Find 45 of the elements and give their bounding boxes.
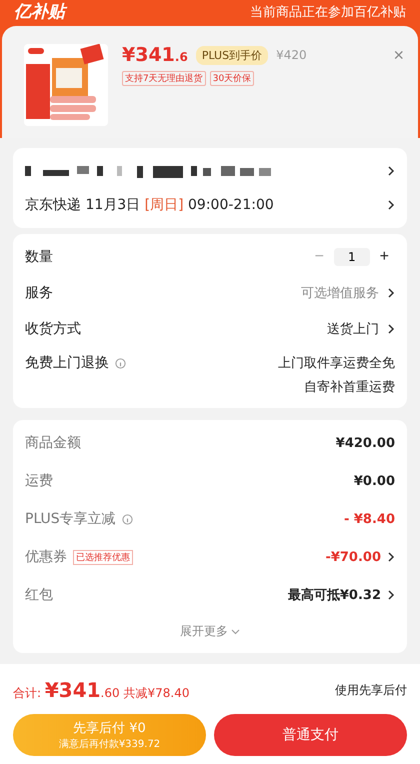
info-icon [122, 514, 133, 524]
chevron-icon [387, 288, 395, 298]
option-label: 收货方式 [25, 320, 81, 338]
pay-later-note: 使用先享后付 [335, 682, 407, 698]
service-tag: 支持7天无理由退货 [122, 71, 206, 86]
option-value[interactable]: 可选增值服务 [301, 284, 379, 302]
cost-label: 红包 [25, 586, 53, 604]
coupon-tag: 已选推荐优惠 [73, 550, 133, 564]
notice-text: 当前商品正在参加百亿补贴 [250, 4, 406, 21]
chevron-icon [387, 324, 395, 334]
plus-badge: PLUS到手价 [196, 46, 268, 64]
chevron-icon [387, 552, 395, 562]
option-label: 服务 [25, 284, 53, 302]
pay-later-button[interactable]: 先享后付 ¥0 满意后再付款¥339.72 [13, 714, 206, 756]
quantity-field[interactable]: 1 [334, 248, 370, 266]
minus-button[interactable]: − [308, 248, 330, 266]
plus-button[interactable]: + [374, 248, 395, 266]
original-price: ¥420 [276, 48, 307, 62]
option-note: 自寄补首重运费 [304, 379, 395, 396]
cost-value: - ¥8.40 [344, 512, 395, 526]
cost-value: 最高可抵¥0.32 [288, 586, 381, 604]
chevron-icon [387, 590, 395, 600]
delivery-time: 京东快递 11月3日 [周日] 09:00-21:00 [25, 196, 274, 214]
cost-label: 优惠券 [25, 548, 67, 566]
option-label: 免费上门退换 [25, 354, 109, 372]
option-value[interactable]: 送货上门 [327, 320, 379, 338]
cost-value: ¥420.00 [336, 436, 395, 450]
cost-label: PLUS专享立减 [25, 510, 116, 528]
expand-more-link[interactable]: 展开更多 [174, 622, 246, 641]
cost-label: 运费 [25, 472, 53, 490]
close-button[interactable]: × [393, 44, 404, 66]
cost-value: -¥70.00 [325, 550, 381, 564]
info-icon [115, 358, 126, 368]
cost-label: 商品金额 [25, 434, 81, 452]
price: ¥341.6 [122, 44, 188, 66]
total-text: 合计: ¥341.60 共减¥78.40 [13, 678, 190, 702]
cost-value: ¥0.00 [354, 474, 395, 488]
chevron-icon [387, 166, 395, 176]
logo: 亿补贴 [14, 2, 65, 22]
service-tag: 30天价保 [210, 71, 254, 86]
chevron-icon [387, 200, 395, 210]
option-note: 上门取件享运费全免 [278, 355, 395, 372]
chevron-down-icon [231, 629, 240, 635]
option-label: 数量 [25, 248, 53, 266]
pay-button[interactable]: 普通支付 [214, 714, 407, 756]
